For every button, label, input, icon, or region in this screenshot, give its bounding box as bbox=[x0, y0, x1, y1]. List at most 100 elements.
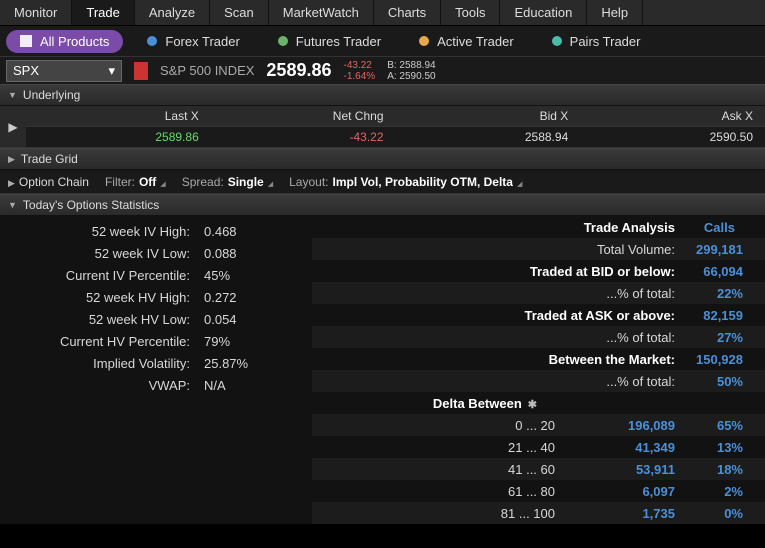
symbol-select[interactable]: SPX ▾ bbox=[6, 60, 122, 82]
analysis-row: ...% of total:22% bbox=[312, 282, 765, 304]
analysis-value: 22% bbox=[685, 286, 765, 301]
stat-label: Current HV Percentile: bbox=[0, 334, 196, 349]
delta-value: 53,911 bbox=[565, 462, 685, 477]
underlying-header[interactable]: ▼ Underlying bbox=[0, 84, 765, 106]
change-pct: -1.64% bbox=[344, 71, 376, 82]
main-tab-help[interactable]: Help bbox=[587, 0, 643, 25]
expand-arrow[interactable]: ▶ bbox=[0, 106, 26, 147]
sub-tab-label: Active Trader bbox=[437, 34, 514, 49]
chevron-down-icon: ◢ bbox=[160, 180, 165, 188]
change-abs: -43.22 bbox=[344, 60, 376, 71]
delta-range: 81 ... 100 bbox=[312, 506, 565, 521]
symbol-price: 2589.86 bbox=[266, 60, 331, 81]
analysis-label: ...% of total: bbox=[312, 330, 685, 345]
delta-value: 41,349 bbox=[565, 440, 685, 455]
analysis-value: 27% bbox=[685, 330, 765, 345]
underlying-value-cell: -43.22 bbox=[211, 127, 396, 147]
delta-range: 41 ... 60 bbox=[312, 462, 565, 477]
stat-row: VWAP:N/A bbox=[0, 374, 312, 396]
filter-label: Filter: bbox=[105, 175, 135, 189]
bid-value: B: 2588.94 bbox=[387, 60, 435, 71]
sub-tab-label: All Products bbox=[40, 34, 109, 49]
sub-tab-pairs-trader[interactable]: Pairs Trader bbox=[538, 30, 655, 53]
symbol-ticker: SPX bbox=[13, 63, 39, 78]
trade-analysis-label: Trade Analysis bbox=[312, 220, 685, 235]
main-tab-trade[interactable]: Trade bbox=[72, 0, 134, 25]
symbol-name: S&P 500 INDEX bbox=[160, 63, 254, 78]
todays-stats-header[interactable]: ▼ Today's Options Statistics bbox=[0, 194, 765, 216]
chevron-right-icon: ▶ bbox=[8, 120, 17, 134]
stat-label: 52 week HV High: bbox=[0, 290, 196, 305]
alert-icon[interactable] bbox=[134, 62, 148, 80]
main-tab-monitor[interactable]: Monitor bbox=[0, 0, 72, 25]
analysis-row: Total Volume:299,181 bbox=[312, 238, 765, 260]
sub-tab-active-trader[interactable]: Active Trader bbox=[405, 30, 528, 53]
gear-icon[interactable]: ✱ bbox=[528, 399, 537, 411]
analysis-row: Traded at BID or below:66,094 bbox=[312, 260, 765, 282]
underlying-cols: Last XNet ChngBid XAsk X2589.86-43.22258… bbox=[26, 106, 765, 147]
dot-icon bbox=[278, 36, 288, 46]
main-tab-charts[interactable]: Charts bbox=[374, 0, 441, 25]
delta-between-label: Delta Between✱ bbox=[312, 396, 765, 411]
layout-control[interactable]: Layout: Impl Vol, Probability OTM, Delta… bbox=[289, 175, 522, 189]
analysis-row: Between the Market:150,928 bbox=[312, 348, 765, 370]
chevron-right-icon: ▶ bbox=[8, 154, 15, 165]
analysis-row: ...% of total:50% bbox=[312, 370, 765, 392]
sub-tab-futures-trader[interactable]: Futures Trader bbox=[264, 30, 395, 53]
stat-row: Implied Volatility:25.87% bbox=[0, 352, 312, 374]
delta-header-row: Delta Between✱ bbox=[312, 392, 765, 414]
stat-row: 52 week IV Low:0.088 bbox=[0, 242, 312, 264]
delta-value: 1,735 bbox=[565, 506, 685, 521]
analysis-value: 66,094 bbox=[685, 264, 765, 279]
stat-label: 52 week IV Low: bbox=[0, 246, 196, 261]
chevron-down-icon: ▾ bbox=[108, 63, 115, 79]
stat-value: 0.468 bbox=[196, 224, 237, 239]
stat-value: 0.054 bbox=[196, 312, 237, 327]
main-tab-education[interactable]: Education bbox=[500, 0, 587, 25]
stat-value: N/A bbox=[196, 378, 226, 393]
underlying-header-cell: Bid X bbox=[396, 106, 581, 127]
analysis-label: ...% of total: bbox=[312, 286, 685, 301]
option-chain-toggle[interactable]: ▶ Option Chain bbox=[8, 175, 89, 189]
delta-pct: 18% bbox=[685, 462, 765, 477]
main-tab-tools[interactable]: Tools bbox=[441, 0, 500, 25]
stat-row: 52 week HV Low:0.054 bbox=[0, 308, 312, 330]
layout-value: Impl Vol, Probability OTM, Delta bbox=[333, 175, 513, 189]
filter-control[interactable]: Filter: Off ◢ bbox=[105, 175, 166, 189]
ask-value: A: 2590.50 bbox=[387, 71, 435, 82]
stat-row: 52 week HV High:0.272 bbox=[0, 286, 312, 308]
trade-analysis-header: Trade AnalysisCalls bbox=[312, 216, 765, 238]
sub-tab-forex-trader[interactable]: Forex Trader bbox=[133, 30, 253, 53]
symbol-bidask: B: 2588.94 A: 2590.50 bbox=[387, 60, 435, 82]
delta-range: 0 ... 20 bbox=[312, 418, 565, 433]
underlying-header-cell: Ask X bbox=[580, 106, 765, 127]
sub-tabs: All Products Forex Trader Futures Trader Ac… bbox=[0, 26, 765, 56]
option-chain-label: Option Chain bbox=[19, 175, 89, 189]
underlying-body: ▶ Last XNet ChngBid XAsk X2589.86-43.222… bbox=[0, 106, 765, 148]
filter-value: Off bbox=[139, 175, 156, 189]
stat-value: 79% bbox=[196, 334, 230, 349]
stat-row: Current HV Percentile:79% bbox=[0, 330, 312, 352]
grid-icon bbox=[20, 35, 32, 47]
main-tab-analyze[interactable]: Analyze bbox=[135, 0, 210, 25]
sub-tab-all-products[interactable]: All Products bbox=[6, 30, 123, 53]
dot-icon bbox=[552, 36, 562, 46]
delta-row: 61 ... 806,0972% bbox=[312, 480, 765, 502]
main-tab-scan[interactable]: Scan bbox=[210, 0, 269, 25]
delta-row: 0 ... 20196,08965% bbox=[312, 414, 765, 436]
stat-label: Implied Volatility: bbox=[0, 356, 196, 371]
underlying-value-cell: 2588.94 bbox=[396, 127, 581, 147]
analysis-value: 82,159 bbox=[685, 308, 765, 323]
main-tab-marketwatch[interactable]: MarketWatch bbox=[269, 0, 374, 25]
delta-value: 196,089 bbox=[565, 418, 685, 433]
stat-row: Current IV Percentile:45% bbox=[0, 264, 312, 286]
analysis-label: Total Volume: bbox=[312, 242, 685, 257]
trade-grid-header[interactable]: ▶ Trade Grid bbox=[0, 148, 765, 170]
spread-control[interactable]: Spread: Single ◢ bbox=[182, 175, 273, 189]
spread-label: Spread: bbox=[182, 175, 224, 189]
delta-pct: 65% bbox=[685, 418, 765, 433]
analysis-label: Between the Market: bbox=[312, 352, 685, 367]
dot-icon bbox=[419, 36, 429, 46]
option-chain-bar: ▶ Option Chain Filter: Off ◢ Spread: Sin… bbox=[0, 170, 765, 194]
symbol-change: -43.22 -1.64% bbox=[344, 60, 376, 82]
